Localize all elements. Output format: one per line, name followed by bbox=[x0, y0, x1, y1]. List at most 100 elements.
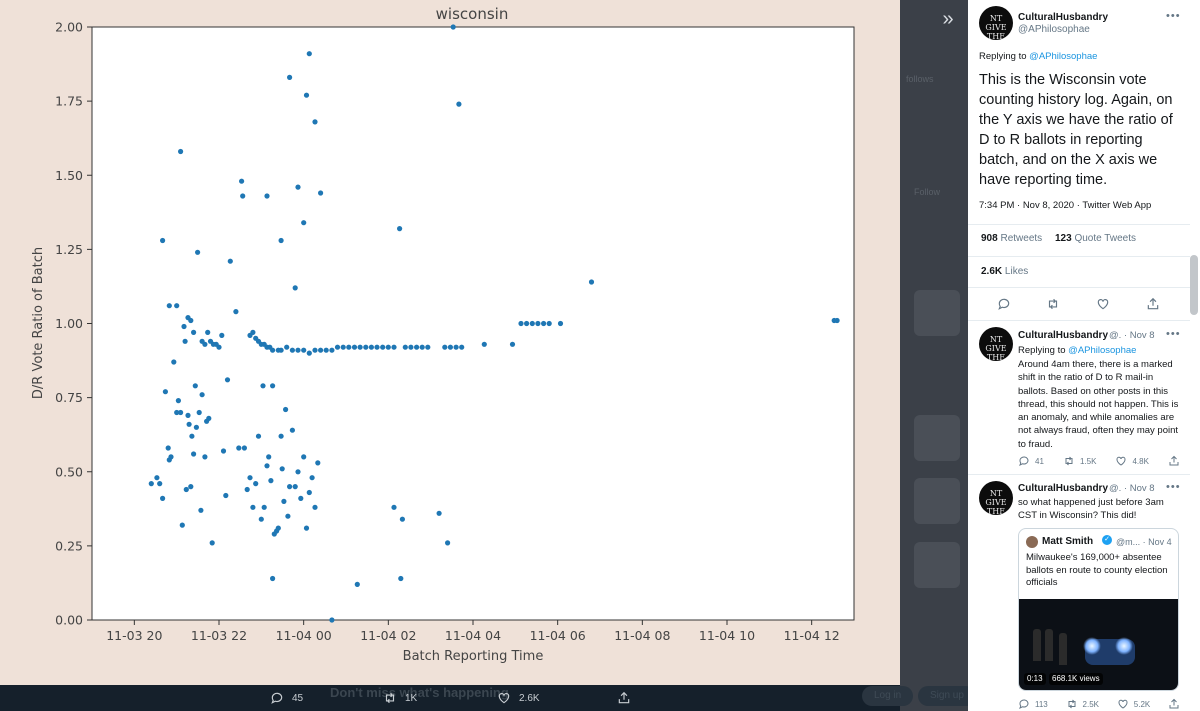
scatter-chart: wisconsin 11-03 20 11-03 22 11-04 00 11-04 … bbox=[31, 5, 855, 664]
video-person bbox=[1045, 629, 1053, 661]
retweet-button[interactable]: 2.5K bbox=[1066, 698, 1099, 710]
share-icon bbox=[1147, 297, 1159, 310]
reply-button[interactable]: 113 bbox=[1018, 698, 1048, 710]
quote-tweets-stat[interactable]: 123 Quote Tweets bbox=[1055, 233, 1136, 244]
reply-icon bbox=[271, 692, 283, 704]
data-point bbox=[301, 347, 307, 353]
data-point bbox=[188, 317, 194, 324]
data-point bbox=[481, 341, 487, 347]
author-handle[interactable]: @APhilosophae bbox=[1018, 24, 1090, 35]
more-options-icon[interactable]: ••• bbox=[1166, 481, 1181, 493]
like-count: 4.8K bbox=[1132, 456, 1149, 466]
data-point bbox=[303, 92, 310, 98]
quoted-tweet-text: Milwaukee's 169,000+ absentee ballots en… bbox=[1026, 552, 1168, 588]
data-point bbox=[188, 484, 194, 490]
more-options-icon[interactable]: ••• bbox=[1166, 10, 1181, 22]
data-point bbox=[329, 347, 335, 353]
retweets-label: Retweets bbox=[1000, 233, 1043, 244]
data-point bbox=[191, 451, 197, 457]
data-point bbox=[209, 540, 215, 546]
author-handle[interactable]: @. · Nov 8 bbox=[1109, 483, 1155, 494]
media-reply-count: 45 bbox=[292, 692, 304, 704]
avatar[interactable]: NT GIVE THE SHIP bbox=[979, 6, 1013, 40]
dimmed-thumbnail bbox=[914, 415, 960, 461]
data-point bbox=[185, 412, 191, 418]
x-tick-label: 11-03 22 bbox=[191, 628, 247, 643]
double-chevron-right-icon[interactable]: » bbox=[935, 8, 961, 30]
retweets-stat[interactable]: 908 Retweets bbox=[981, 233, 1042, 244]
quoted-video-thumbnail[interactable]: 0:13 668.1K views bbox=[1019, 599, 1178, 690]
share-button[interactable] bbox=[1168, 455, 1180, 467]
quoted-author-name: Matt Smith bbox=[1042, 536, 1094, 547]
data-point bbox=[247, 475, 253, 481]
replying-to-line: Replying to @APhilosophae bbox=[979, 50, 1097, 63]
share-button[interactable] bbox=[1168, 698, 1180, 710]
x-tick-label: 11-04 04 bbox=[445, 628, 501, 643]
media-reply-button[interactable]: 45 bbox=[270, 691, 303, 705]
reply-button[interactable]: 41 bbox=[1018, 455, 1044, 467]
reply-button[interactable] bbox=[997, 297, 1013, 313]
data-point bbox=[284, 344, 290, 350]
quoted-tweet-card[interactable]: Matt Smith ✓ @m... · Nov 4 Milwaukee's 1… bbox=[1018, 528, 1179, 691]
data-point bbox=[287, 74, 293, 80]
retweet-button[interactable] bbox=[1046, 297, 1062, 313]
data-point bbox=[241, 445, 247, 451]
data-point bbox=[453, 344, 459, 350]
divider bbox=[968, 320, 1190, 321]
avatar[interactable]: NT GIVE THE SHIP bbox=[979, 327, 1013, 361]
retweet-button[interactable]: 1.5K bbox=[1063, 455, 1096, 467]
tweet-timestamp[interactable]: 7:34 PM · Nov 8, 2020 · Twitter Web App bbox=[979, 199, 1151, 212]
data-point bbox=[236, 445, 242, 451]
media-retweet-button[interactable]: 1K bbox=[383, 691, 417, 705]
data-point bbox=[509, 341, 516, 347]
data-point bbox=[166, 303, 172, 309]
share-button[interactable] bbox=[1146, 297, 1162, 313]
data-point bbox=[181, 323, 187, 330]
data-point bbox=[391, 344, 397, 350]
data-point bbox=[283, 406, 289, 413]
data-point bbox=[157, 481, 163, 487]
video-views: 668.1K views bbox=[1049, 673, 1103, 685]
data-point bbox=[162, 389, 168, 395]
data-point bbox=[178, 148, 184, 155]
replying-to-link[interactable]: @APhilosophae bbox=[1068, 345, 1136, 356]
data-point bbox=[195, 249, 201, 255]
divider bbox=[968, 287, 1190, 288]
data-point bbox=[419, 344, 425, 350]
avatar bbox=[1026, 536, 1038, 548]
likes-count: 2.6K bbox=[981, 266, 1003, 277]
more-options-icon[interactable]: ••• bbox=[1166, 328, 1181, 340]
media-share-button[interactable] bbox=[617, 691, 631, 705]
data-point bbox=[436, 510, 442, 516]
video-headlight bbox=[1115, 637, 1133, 655]
like-button[interactable] bbox=[1096, 297, 1112, 313]
avatar[interactable]: NT GIVE THE SHIP bbox=[979, 481, 1013, 515]
like-icon bbox=[1116, 456, 1126, 466]
data-point bbox=[301, 220, 307, 226]
like-button[interactable]: 4.8K bbox=[1115, 455, 1149, 467]
author-name[interactable]: CulturalHusbandry bbox=[1018, 330, 1108, 341]
data-point bbox=[278, 433, 284, 439]
data-point bbox=[281, 498, 287, 504]
data-point bbox=[165, 445, 171, 451]
retweet-count: 2.5K bbox=[1082, 699, 1099, 709]
x-tick-label: 11-04 12 bbox=[784, 628, 840, 643]
scrollbar-thumb[interactable] bbox=[1190, 255, 1198, 315]
data-point bbox=[287, 484, 293, 490]
like-button[interactable]: 5.2K bbox=[1117, 698, 1150, 710]
data-point bbox=[202, 454, 208, 460]
data-point bbox=[219, 332, 225, 338]
reply-icon bbox=[1019, 456, 1029, 467]
data-point bbox=[275, 525, 281, 531]
replying-to-link[interactable]: @APhilosophae bbox=[1029, 51, 1097, 62]
data-point bbox=[301, 454, 307, 460]
data-point bbox=[174, 303, 180, 309]
quote-tweets-label: Quote Tweets bbox=[1074, 233, 1136, 244]
likes-stat[interactable]: 2.6K Likes bbox=[981, 266, 1028, 277]
data-point bbox=[354, 581, 360, 588]
data-point bbox=[196, 409, 202, 416]
media-like-button[interactable]: 2.6K bbox=[497, 691, 540, 705]
author-name[interactable]: CulturalHusbandry bbox=[1018, 12, 1108, 23]
author-handle[interactable]: @. · Nov 8 bbox=[1109, 330, 1155, 341]
author-name[interactable]: CulturalHusbandry bbox=[1018, 483, 1108, 494]
